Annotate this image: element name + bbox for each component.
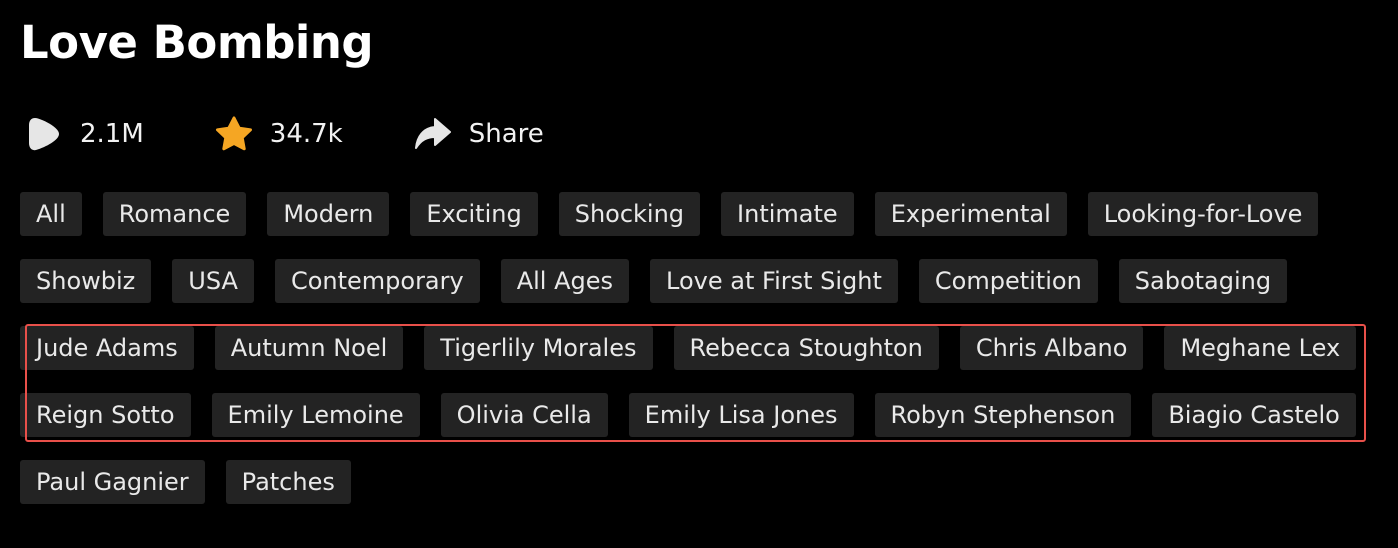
- tag-cast-meghane-lex[interactable]: Meghane Lex: [1164, 326, 1357, 370]
- tag-cast-chris-albano[interactable]: Chris Albano: [959, 326, 1144, 370]
- tag-all-ages[interactable]: All Ages: [500, 259, 630, 303]
- share-label: Share: [468, 119, 544, 149]
- tag-patches[interactable]: Patches: [225, 460, 351, 504]
- tag-contemporary[interactable]: Contemporary: [274, 259, 480, 303]
- tag-all[interactable]: All: [20, 192, 82, 236]
- tag-list: All Romance Modern Exciting Shocking Int…: [20, 192, 1380, 527]
- tag-cast-robyn-stephenson[interactable]: Robyn Stephenson: [874, 393, 1132, 437]
- tag-usa[interactable]: USA: [172, 259, 254, 303]
- play-icon: [29, 118, 59, 151]
- favorite-button[interactable]: 34.7k: [214, 112, 343, 156]
- tag-modern[interactable]: Modern: [267, 192, 390, 236]
- play-count: 2.1M: [26, 112, 144, 156]
- tag-shocking[interactable]: Shocking: [558, 192, 701, 236]
- tag-looking-for-love[interactable]: Looking-for-Love: [1087, 192, 1319, 236]
- share-button[interactable]: Share: [413, 112, 544, 156]
- tag-cast-olivia-cella[interactable]: Olivia Cella: [440, 393, 608, 437]
- tag-intimate[interactable]: Intimate: [721, 192, 854, 236]
- tag-cast-paul-gagnier[interactable]: Paul Gagnier: [20, 460, 205, 504]
- favorite-count-value: 34.7k: [269, 119, 343, 149]
- tag-romance[interactable]: Romance: [102, 192, 247, 236]
- tag-cast-autumn-noel[interactable]: Autumn Noel: [214, 326, 404, 370]
- tag-row: Showbiz USA Contemporary All Ages Love a…: [20, 259, 1380, 303]
- tag-experimental[interactable]: Experimental: [874, 192, 1067, 236]
- tag-row: Paul Gagnier Patches: [20, 460, 1380, 504]
- tag-row: Jude Adams Autumn Noel Tigerlily Morales…: [20, 326, 1380, 370]
- page-title: Love Bombing: [20, 16, 374, 69]
- tag-cast-reign-sotto[interactable]: Reign Sotto: [20, 393, 191, 437]
- tag-cast-emily-lisa-jones[interactable]: Emily Lisa Jones: [628, 393, 854, 437]
- stats-bar: 2.1M 34.7k Share: [26, 112, 544, 156]
- tag-cast-emily-lemoine[interactable]: Emily Lemoine: [211, 393, 420, 437]
- tag-row: All Romance Modern Exciting Shocking Int…: [20, 192, 1380, 236]
- tag-cast-biagio-castelo[interactable]: Biagio Castelo: [1152, 393, 1356, 437]
- tag-row: Reign Sotto Emily Lemoine Olivia Cella E…: [20, 393, 1380, 437]
- tag-love-at-first-sight[interactable]: Love at First Sight: [650, 259, 898, 303]
- tag-cast-rebecca-stoughton[interactable]: Rebecca Stoughton: [673, 326, 939, 370]
- tag-sabotaging[interactable]: Sabotaging: [1118, 259, 1288, 303]
- tag-cast-tigerlily-morales[interactable]: Tigerlily Morales: [424, 326, 653, 370]
- tag-cast-jude-adams[interactable]: Jude Adams: [20, 326, 194, 370]
- tag-exciting[interactable]: Exciting: [410, 192, 538, 236]
- share-icon: [414, 118, 451, 149]
- tag-showbiz[interactable]: Showbiz: [20, 259, 152, 303]
- star-icon: [215, 116, 252, 151]
- play-count-value: 2.1M: [80, 119, 144, 149]
- tag-competition[interactable]: Competition: [918, 259, 1098, 303]
